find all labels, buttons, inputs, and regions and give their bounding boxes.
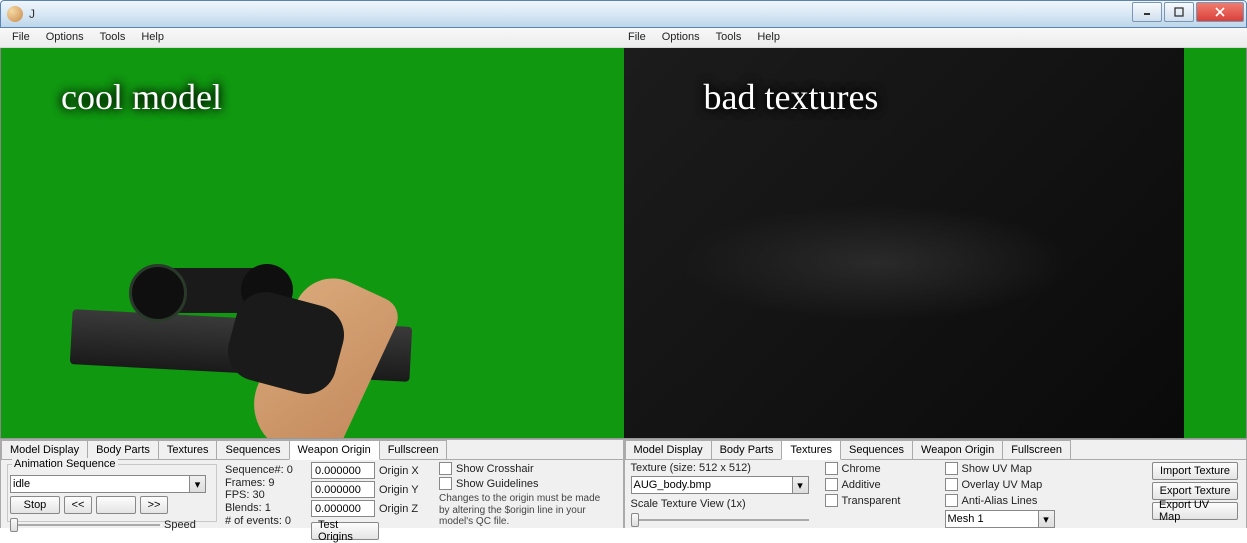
weapon-model xyxy=(41,218,441,438)
left-tabstrip: Model Display Body Parts Textures Sequen… xyxy=(1,440,623,460)
show-crosshair-checkbox[interactable]: Show Crosshair xyxy=(439,462,609,475)
panels-container: Model Display Body Parts Textures Sequen… xyxy=(0,438,1247,528)
tab-weapon-origin-left[interactable]: Weapon Origin xyxy=(289,440,380,460)
origin-x-input[interactable]: 0.000000 xyxy=(311,462,375,479)
export-texture-button[interactable]: Export Texture xyxy=(1152,482,1238,500)
right-tabstrip: Model Display Body Parts Textures Sequen… xyxy=(625,440,1247,460)
overlay-label-left: cool model xyxy=(61,76,222,118)
seq-number: Sequence#: 0 xyxy=(225,464,293,477)
tab-textures-left[interactable]: Textures xyxy=(158,440,218,459)
import-texture-button[interactable]: Import Texture xyxy=(1152,462,1238,480)
close-button[interactable] xyxy=(1196,2,1244,22)
stop-button[interactable]: Stop xyxy=(10,496,60,514)
menu-options-left[interactable]: Options xyxy=(38,28,92,47)
animation-sequence-group: Animation Sequence idle ▾ Stop << >> Spe… xyxy=(7,464,217,522)
overlay-uv-checkbox[interactable]: Overlay UV Map xyxy=(945,478,1055,491)
test-origins-button[interactable]: Test Origins xyxy=(311,522,379,540)
texture-file-value: AUG_body.bmp xyxy=(634,479,711,491)
mesh-select[interactable]: Mesh 1 ▾ xyxy=(945,510,1055,528)
chrome-checkbox[interactable]: Chrome xyxy=(825,462,901,475)
origin-y-label: Origin Y xyxy=(379,484,419,496)
origin-x-label: Origin X xyxy=(379,465,419,477)
maximize-button[interactable] xyxy=(1164,2,1194,22)
weapon-origin-panel: Animation Sequence idle ▾ Stop << >> Spe… xyxy=(1,460,623,528)
seq-fps: FPS: 30 xyxy=(225,489,293,502)
texture-file-select[interactable]: AUG_body.bmp ▾ xyxy=(631,476,809,494)
seq-blends: Blends: 1 xyxy=(225,502,293,515)
speed-slider[interactable] xyxy=(10,516,160,534)
tab-fullscreen-right[interactable]: Fullscreen xyxy=(1002,440,1071,459)
tab-sequences-right[interactable]: Sequences xyxy=(840,440,913,459)
menu-tools-left[interactable]: Tools xyxy=(92,28,134,47)
minimize-button[interactable] xyxy=(1132,2,1162,22)
menu-help-left[interactable]: Help xyxy=(133,28,172,47)
seq-frames: Frames: 9 xyxy=(225,477,293,490)
show-uv-checkbox[interactable]: Show UV Map xyxy=(945,462,1055,475)
menu-bar: File Options Tools Help File Options Too… xyxy=(0,28,1247,48)
sequence-select[interactable]: idle ▾ xyxy=(10,475,206,493)
mesh-value: Mesh 1 xyxy=(948,513,984,525)
uv-options: Show UV Map Overlay UV Map Anti-Alias Li… xyxy=(945,462,1055,528)
seq-events: # of events: 0 xyxy=(225,515,293,528)
speed-label: Speed xyxy=(164,519,196,531)
window-title: J xyxy=(29,7,35,21)
app-icon xyxy=(7,6,23,22)
export-uv-button[interactable]: Export UV Map xyxy=(1152,502,1238,520)
model-viewport[interactable]: cool model xyxy=(1,48,624,438)
viewport-container: cool model bad textures xyxy=(0,48,1247,438)
origin-options: Show Crosshair Show Guidelines Changes t… xyxy=(439,462,609,528)
left-panel: Model Display Body Parts Textures Sequen… xyxy=(0,439,624,528)
texture-viewport[interactable]: bad textures xyxy=(624,48,1247,438)
tab-body-parts-right[interactable]: Body Parts xyxy=(711,440,783,459)
tab-model-display-right[interactable]: Model Display xyxy=(625,440,712,459)
texture-select-group: Texture (size: 512 x 512) AUG_body.bmp ▾… xyxy=(631,462,811,529)
transparent-checkbox[interactable]: Transparent xyxy=(825,494,901,507)
frame-field[interactable] xyxy=(96,496,136,514)
menu-options-right[interactable]: Options xyxy=(654,28,708,46)
tab-model-display-left[interactable]: Model Display xyxy=(1,440,88,459)
origin-inputs: 0.000000 Origin X 0.000000 Origin Y 0.00… xyxy=(311,462,419,540)
origin-z-label: Origin Z xyxy=(379,503,418,515)
tab-fullscreen-left[interactable]: Fullscreen xyxy=(379,440,448,459)
menu-file-right[interactable]: File xyxy=(620,28,654,46)
window-buttons xyxy=(1130,2,1244,22)
anti-alias-checkbox[interactable]: Anti-Alias Lines xyxy=(945,494,1055,507)
texture-buttons: Import Texture Export Texture Export UV … xyxy=(1152,462,1238,520)
next-frame-button[interactable]: >> xyxy=(140,496,168,514)
prev-frame-button[interactable]: << xyxy=(64,496,92,514)
textures-panel: Texture (size: 512 x 512) AUG_body.bmp ▾… xyxy=(625,460,1247,528)
chevron-down-icon: ▾ xyxy=(792,477,808,493)
additive-checkbox[interactable]: Additive xyxy=(825,478,901,491)
sequence-value: idle xyxy=(13,478,30,490)
scale-texture-slider[interactable] xyxy=(631,511,809,529)
menu-file-left[interactable]: File xyxy=(4,28,38,47)
origin-y-input[interactable]: 0.000000 xyxy=(311,481,375,498)
tab-weapon-origin-right[interactable]: Weapon Origin xyxy=(912,440,1003,459)
menu-tools-right[interactable]: Tools xyxy=(708,28,750,46)
right-panel: Model Display Body Parts Textures Sequen… xyxy=(624,439,1247,528)
origin-z-input[interactable]: 0.000000 xyxy=(311,500,375,517)
texture-flags: Chrome Additive Transparent xyxy=(825,462,901,507)
chevron-down-icon: ▾ xyxy=(189,476,205,492)
menu-help-right[interactable]: Help xyxy=(749,28,788,46)
scale-texture-label: Scale Texture View (1x) xyxy=(631,498,811,510)
animation-sequence-legend: Animation Sequence xyxy=(12,458,118,470)
texture-size-label: Texture (size: 512 x 512) xyxy=(631,462,811,474)
tab-body-parts-left[interactable]: Body Parts xyxy=(87,440,159,459)
sequence-info: Sequence#: 0 Frames: 9 FPS: 30 Blends: 1… xyxy=(225,464,293,527)
title-bar: J xyxy=(0,0,1247,28)
overlay-label-right: bad textures xyxy=(704,76,879,118)
tab-textures-right[interactable]: Textures xyxy=(781,440,841,460)
tab-sequences-left[interactable]: Sequences xyxy=(216,440,289,459)
show-guidelines-checkbox[interactable]: Show Guidelines xyxy=(439,477,609,490)
chevron-down-icon: ▾ xyxy=(1038,511,1054,527)
origin-hint-text: Changes to the origin must be made by al… xyxy=(439,493,609,528)
